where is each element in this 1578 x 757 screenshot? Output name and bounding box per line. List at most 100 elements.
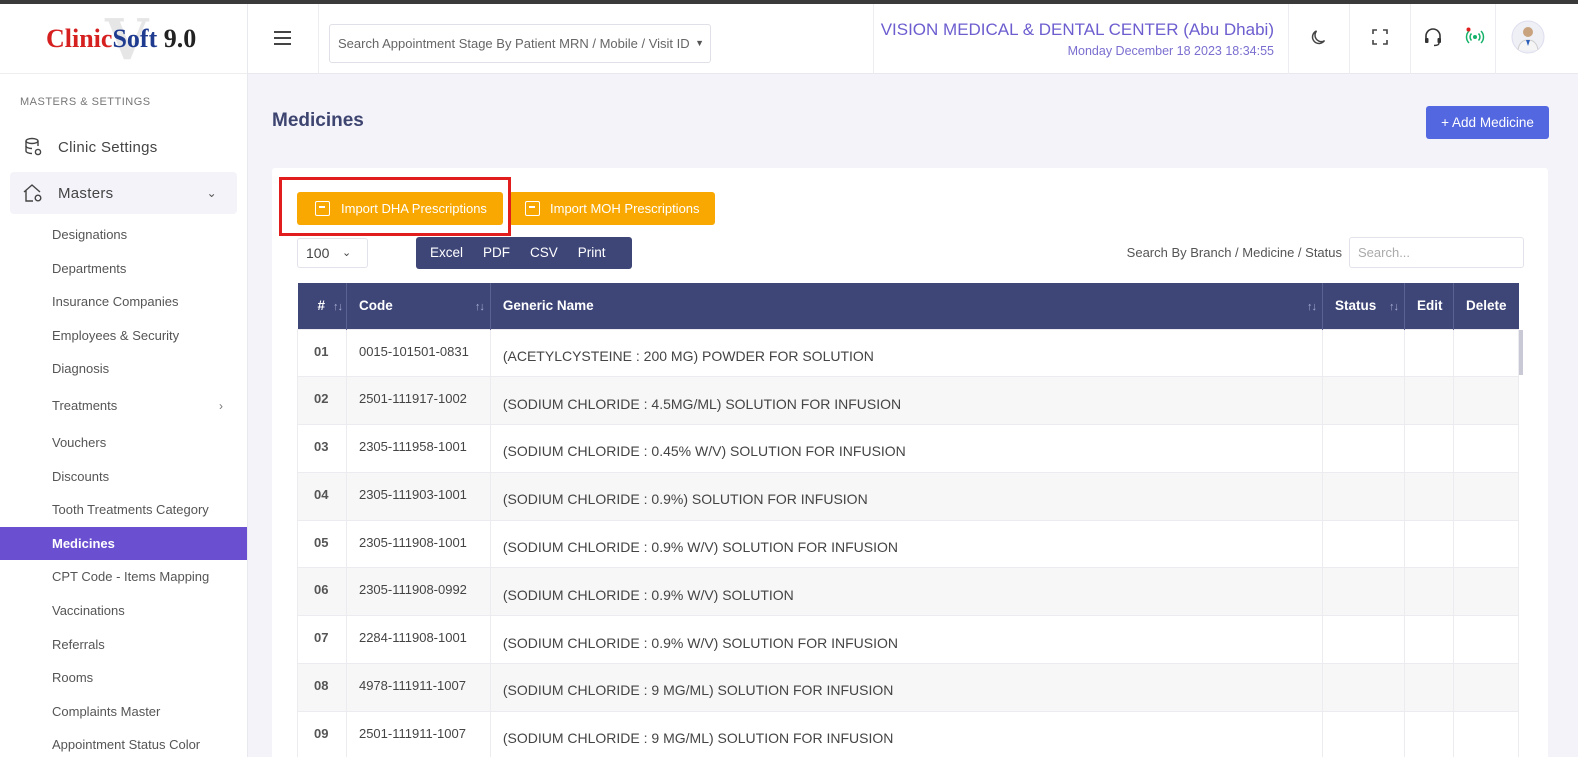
delete-cell xyxy=(1452,471,1520,521)
status-cell xyxy=(1322,424,1405,473)
sidebar-item-medicines[interactable]: Medicines xyxy=(0,526,247,561)
generic-name: (SODIUM CHLORIDE : 0.9%) SOLUTION FOR IN… xyxy=(489,471,1324,521)
sort-icon: ↑↓ xyxy=(1307,301,1317,313)
top-header: Search Appointment Stage By Patient MRN … xyxy=(248,4,1578,74)
delete-cell xyxy=(1452,424,1520,473)
logo[interactable]: V ClinicSoft 9.0 xyxy=(0,4,247,74)
appointment-search-select[interactable]: Search Appointment Stage By Patient MRN … xyxy=(329,24,711,63)
fullscreen-button[interactable] xyxy=(1350,4,1410,74)
sidebar-item-employees-security[interactable]: Employees & Security xyxy=(0,319,247,353)
avatar xyxy=(1511,20,1545,59)
table-row[interactable]: 08 4978-111911-1007 (SODIUM CHLORIDE : 9… xyxy=(297,663,1520,712)
column-header-status[interactable]: Status ↑↓ xyxy=(1322,283,1405,329)
row-number: 08 xyxy=(297,663,347,712)
generic-name: (SODIUM CHLORIDE : 9 MG/ML) SOLUTION FOR… xyxy=(489,710,1324,757)
user-menu[interactable] xyxy=(1496,4,1560,74)
support-button[interactable] xyxy=(1411,4,1455,74)
column-header-edit: Edit xyxy=(1404,283,1454,329)
sort-icon: ↑↓ xyxy=(332,301,343,313)
print-button[interactable]: Print xyxy=(578,237,606,269)
row-number: 09 xyxy=(297,710,347,757)
header-divider xyxy=(318,4,319,74)
delete-cell xyxy=(1452,328,1520,378)
table-search-input[interactable]: Search... xyxy=(1349,237,1524,268)
header-divider xyxy=(873,4,874,74)
column-header-delete: Delete xyxy=(1453,283,1519,329)
status-cell xyxy=(1322,567,1405,617)
edit-cell xyxy=(1403,424,1454,473)
page-size-select[interactable]: 100 ⌄ xyxy=(297,238,368,268)
medicine-code: 2305-111903-1001 xyxy=(345,471,491,521)
sidebar-item-departments[interactable]: Departments xyxy=(0,252,247,286)
chevron-right-icon: › xyxy=(219,398,223,413)
sidebar-item-referrals[interactable]: Referrals xyxy=(0,628,247,662)
sidebar-item-complaints-master[interactable]: Complaints Master xyxy=(0,695,247,729)
chevron-down-icon: ⌄ xyxy=(206,186,217,200)
table-scrollbar[interactable] xyxy=(1519,330,1523,375)
clinic-name: VISION MEDICAL & DENTAL CENTER (Abu Dhab… xyxy=(880,20,1274,39)
table-row[interactable]: 07 2284-111908-1001 (SODIUM CHLORIDE : 0… xyxy=(297,615,1520,665)
table-row[interactable]: 05 2305-111908-1001 (SODIUM CHLORIDE : 0… xyxy=(297,519,1520,569)
medicine-code: 2501-111917-1002 xyxy=(345,376,491,426)
table-row[interactable]: 09 2501-111911-1007 (SODIUM CHLORIDE : 9… xyxy=(297,710,1520,757)
pdf-export-button[interactable]: PDF xyxy=(483,237,510,269)
sidebar-item-designations[interactable]: Designations xyxy=(0,218,247,252)
live-signal-icon xyxy=(1465,27,1485,52)
status-cell xyxy=(1322,615,1405,665)
status-cell xyxy=(1322,471,1405,521)
database-gear-icon xyxy=(22,136,44,158)
sidebar-item-vaccinations[interactable]: Vaccinations xyxy=(0,594,247,628)
status-cell xyxy=(1322,328,1405,378)
row-number: 03 xyxy=(297,424,347,473)
generic-name: (SODIUM CHLORIDE : 0.45% W/V) SOLUTION F… xyxy=(489,424,1324,473)
live-status-indicator[interactable] xyxy=(1455,4,1495,74)
status-cell xyxy=(1322,710,1405,757)
import-moh-prescriptions-button[interactable]: Import MOH Prescriptions xyxy=(509,192,715,225)
sidebar-item-label: Clinic Settings xyxy=(58,138,158,156)
edit-cell xyxy=(1403,663,1454,712)
table-row[interactable]: 01 0015-101501-0831 (ACETYLCYSTEINE : 20… xyxy=(297,328,1520,378)
excel-export-button[interactable]: Excel xyxy=(430,237,463,269)
row-number: 02 xyxy=(297,376,347,426)
edit-cell xyxy=(1403,710,1454,757)
generic-name: (SODIUM CHLORIDE : 0.9% W/V) SOLUTION FO… xyxy=(489,519,1324,569)
edit-cell xyxy=(1403,567,1454,617)
edit-cell xyxy=(1403,471,1454,521)
sidebar-item-masters[interactable]: Masters ⌄ xyxy=(10,172,237,214)
sidebar-item-cpt-code-items-mapping[interactable]: CPT Code - Items Mapping xyxy=(0,560,247,594)
add-medicine-button[interactable]: + Add Medicine xyxy=(1426,106,1549,139)
table-row[interactable]: 06 2305-111908-0992 (SODIUM CHLORIDE : 0… xyxy=(297,567,1520,617)
delete-cell xyxy=(1452,663,1520,712)
sidebar-item-treatments[interactable]: Treatments › xyxy=(0,386,247,426)
csv-export-button[interactable]: CSV xyxy=(530,237,558,269)
delete-cell xyxy=(1452,519,1520,569)
sidebar-item-discounts[interactable]: Discounts xyxy=(0,460,247,494)
sidebar-item-insurance-companies[interactable]: Insurance Companies xyxy=(0,285,247,319)
sidebar-item-rooms[interactable]: Rooms xyxy=(0,661,247,695)
column-header-code[interactable]: Code ↑↓ xyxy=(346,283,491,329)
sidebar-item-tooth-treatments-category[interactable]: Tooth Treatments Category xyxy=(0,493,247,527)
table-row[interactable]: 03 2305-111958-1001 (SODIUM CHLORIDE : 0… xyxy=(297,424,1520,473)
dark-mode-toggle[interactable] xyxy=(1289,4,1349,74)
home-gear-icon xyxy=(22,182,44,204)
medicine-code: 0015-101501-0831 xyxy=(345,328,491,378)
sidebar-item-diagnosis[interactable]: Diagnosis xyxy=(0,352,247,386)
row-number: 06 xyxy=(297,567,347,617)
sidebar-item-appointment-status-color[interactable]: Appointment Status Color xyxy=(0,728,247,757)
sidebar-section-label: MASTERS & SETTINGS xyxy=(20,96,151,108)
sort-icon: ↑↓ xyxy=(474,301,485,313)
row-number: 05 xyxy=(297,519,347,569)
hamburger-menu-icon[interactable] xyxy=(274,31,291,45)
sidebar-item-vouchers[interactable]: Vouchers xyxy=(0,426,247,460)
medicines-table: # ↑↓ Code ↑↓ Generic Name ↑↓ Status ↑↓ Edit … xyxy=(297,283,1520,757)
delete-cell xyxy=(1452,710,1520,757)
sidebar-item-clinic-settings[interactable]: Clinic Settings xyxy=(10,126,237,168)
edit-cell xyxy=(1403,615,1454,665)
column-header-generic-name[interactable]: Generic Name ↑↓ xyxy=(490,283,1324,329)
table-row[interactable]: 04 2305-111903-1001 (SODIUM CHLORIDE : 0… xyxy=(297,471,1520,521)
delete-cell xyxy=(1452,376,1520,426)
column-header-number[interactable]: # ↑↓ xyxy=(297,283,347,329)
export-button-group: Excel PDF CSV Print xyxy=(416,237,632,269)
medicine-code: 2305-111958-1001 xyxy=(345,424,491,473)
table-row[interactable]: 02 2501-111917-1002 (SODIUM CHLORIDE : 4… xyxy=(297,376,1520,426)
